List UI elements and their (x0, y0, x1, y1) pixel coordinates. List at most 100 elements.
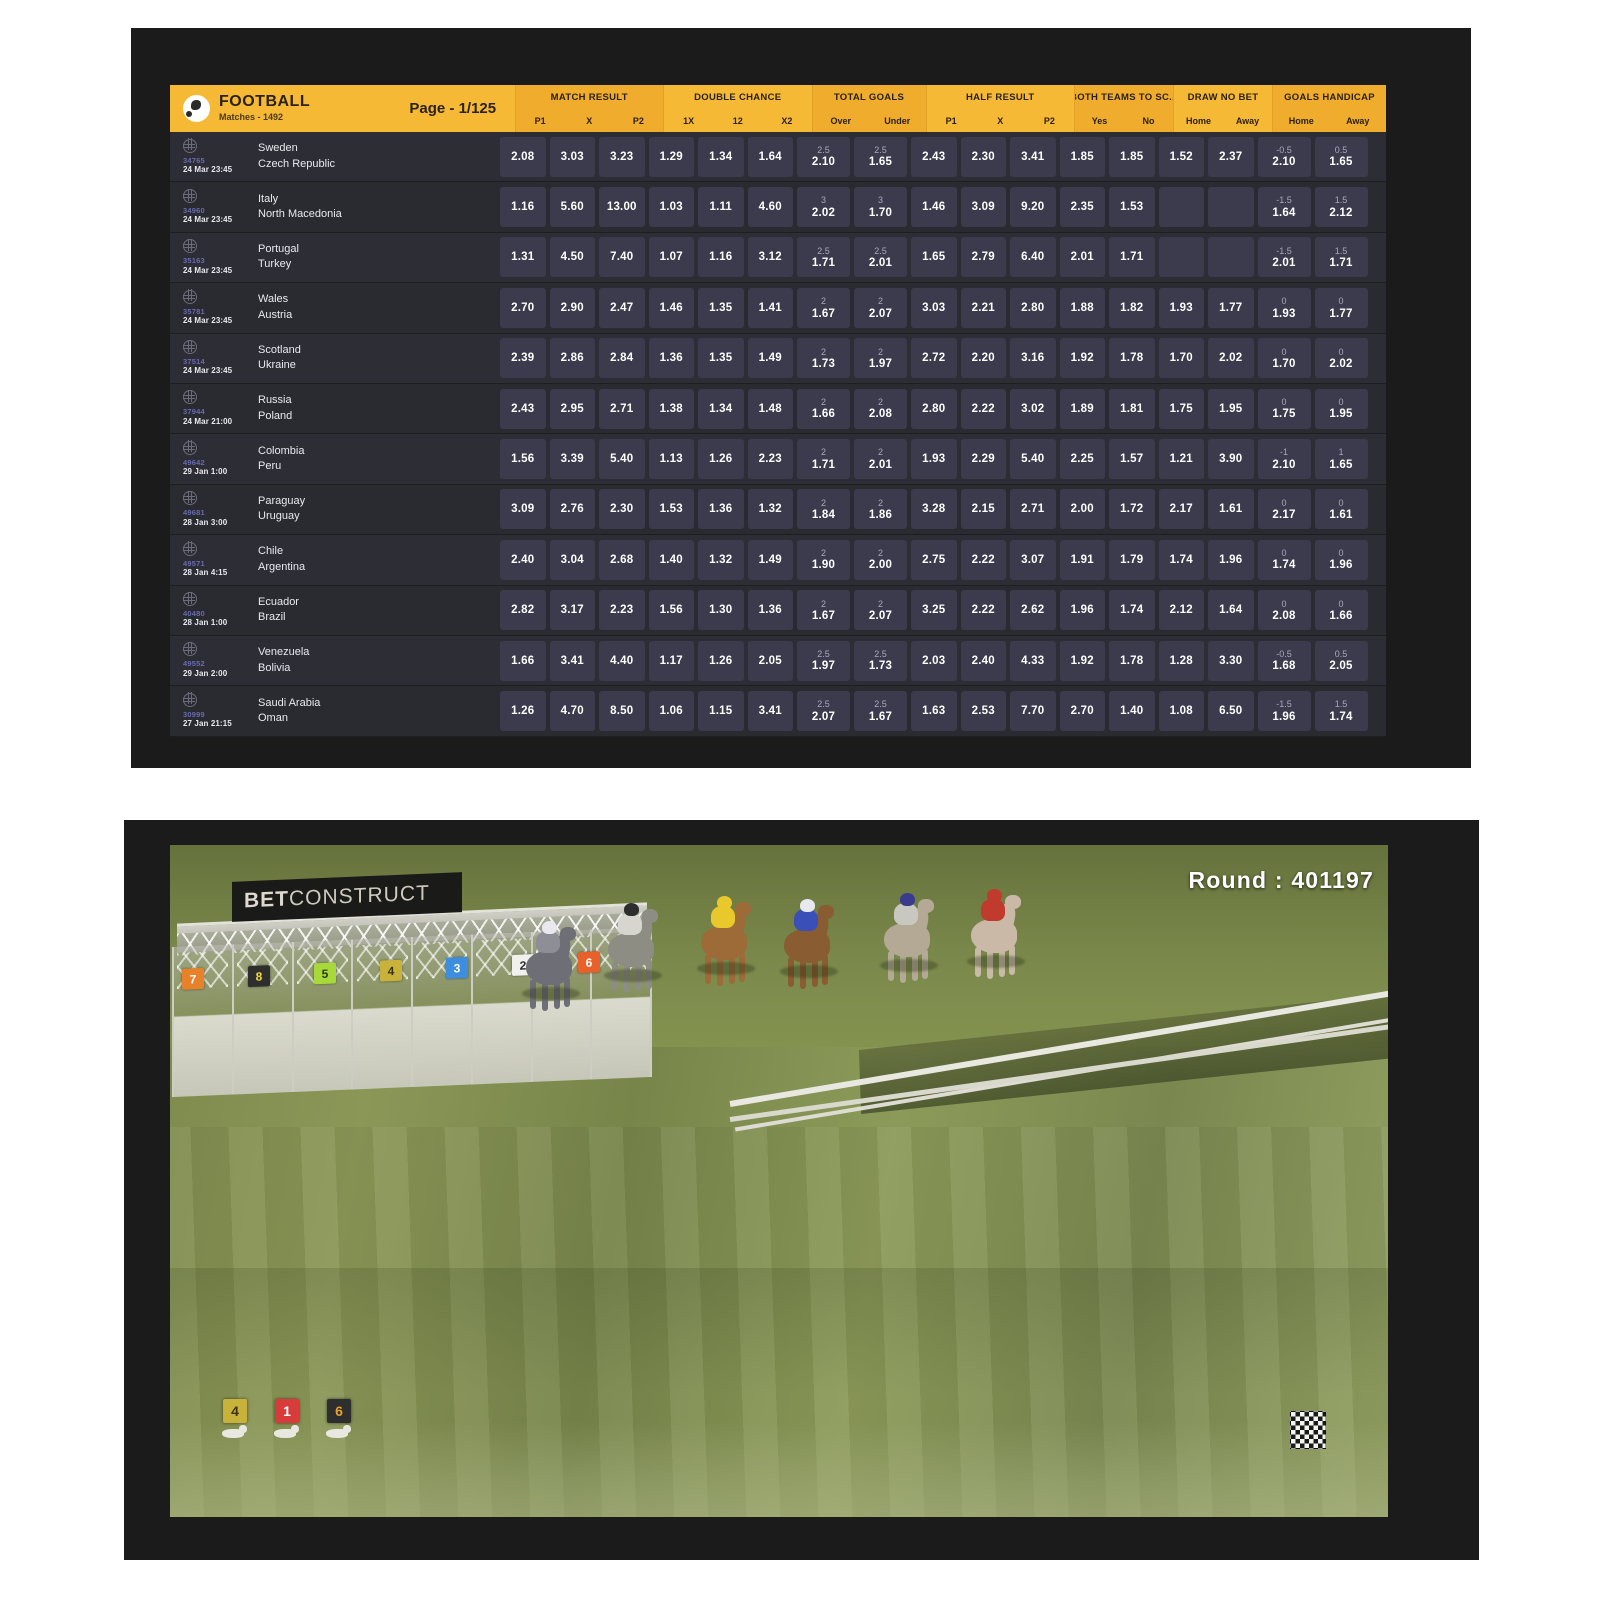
odd-cell[interactable]: 3.04 (549, 539, 595, 580)
odd-cell[interactable]: 2.22 (960, 590, 1006, 631)
odd-cell[interactable]: 2.79 (960, 237, 1006, 278)
odd-cell[interactable]: 3.25 (911, 590, 957, 631)
odd-cell[interactable]: 1.64 (1208, 590, 1254, 631)
odd-cell[interactable]: 5.60 (549, 187, 595, 228)
market-column-no[interactable]: No (1124, 109, 1173, 132)
teams-cell[interactable]: Paraguay Uruguay (258, 485, 498, 534)
odd-cell[interactable]: 1.26 (500, 690, 546, 731)
odd-cell[interactable]: 2 1.71 (797, 439, 850, 480)
odd-cell[interactable]: 1.35 (698, 287, 744, 328)
teams-cell[interactable]: Russia Poland (258, 384, 498, 433)
odd-cell[interactable]: 6.40 (1010, 237, 1056, 278)
table-row[interactable]: 49681 28 Jan 3:00 Paraguay Uruguay 3.09 2.76 2… (170, 484, 1386, 536)
odd-cell[interactable]: 1.77 (1208, 287, 1254, 328)
odd-cell[interactable]: 1.53 (1109, 187, 1155, 228)
odd-cell[interactable]: 4.33 (1010, 640, 1056, 681)
odd-cell[interactable]: 4.50 (549, 237, 595, 278)
odd-cell[interactable]: 1.07 (648, 237, 694, 278)
odd-cell[interactable]: 13.00 (599, 187, 645, 228)
odd-cell[interactable]: 1.82 (1109, 287, 1155, 328)
odd-cell[interactable]: 2.5 2.01 (854, 237, 907, 278)
odd-cell[interactable]: 1.29 (648, 136, 694, 177)
odd-cell[interactable]: 1.13 (648, 439, 694, 480)
odd-cell[interactable]: 6.50 (1208, 690, 1254, 731)
odd-cell[interactable]: 0 1.75 (1257, 388, 1311, 429)
odd-cell[interactable]: 1.41 (747, 287, 793, 328)
odd-cell[interactable]: 7.40 (599, 237, 645, 278)
odd-cell[interactable]: 0 1.95 (1314, 388, 1368, 429)
odd-cell[interactable]: 2.01 (1059, 237, 1105, 278)
odd-cell[interactable]: 0 1.61 (1314, 489, 1368, 530)
odd-cell[interactable]: 3.23 (599, 136, 645, 177)
teams-cell[interactable]: Wales Austria (258, 283, 498, 332)
odd-cell[interactable]: -0.5 1.68 (1257, 640, 1311, 681)
odd-cell[interactable]: 3.41 (747, 690, 793, 731)
odd-cell[interactable]: 2.17 (1158, 489, 1204, 530)
odd-cell[interactable]: 2.21 (960, 287, 1006, 328)
odd-cell[interactable]: 1.34 (698, 388, 744, 429)
odd-cell[interactable]: 2.40 (960, 640, 1006, 681)
odd-cell[interactable]: 2.00 (1059, 489, 1105, 530)
odd-cell[interactable]: 1.78 (1109, 338, 1155, 379)
table-row[interactable]: 30999 27 Jan 21:15 Saudi Arabia Oman 1.26 4.7… (170, 686, 1386, 737)
teams-cell[interactable]: Saudi Arabia Oman (258, 686, 498, 735)
table-row[interactable]: 49552 29 Jan 2:00 Venezuela Bolivia 1.66 3.41… (170, 635, 1386, 687)
odd-cell[interactable]: 1.78 (1109, 640, 1155, 681)
odd-cell[interactable]: 2 1.84 (797, 489, 850, 530)
odd-cell[interactable]: 3.09 (500, 489, 546, 530)
odd-cell[interactable]: -1.5 1.64 (1257, 187, 1311, 228)
odd-cell[interactable]: 0 1.74 (1257, 539, 1311, 580)
table-row[interactable]: 37514 24 Mar 23:45 Scotland Ukraine 2.39 2.86… (170, 333, 1386, 384)
odd-cell[interactable]: 4.40 (599, 640, 645, 681)
odd-cell[interactable]: 0 1.66 (1314, 590, 1368, 631)
odd-cell[interactable]: 2.05 (747, 640, 793, 681)
odd-cell[interactable]: 2.15 (960, 489, 1006, 530)
odd-cell[interactable]: 2 1.86 (854, 489, 907, 530)
odd-cell[interactable]: 1.28 (1158, 640, 1204, 681)
teams-cell[interactable]: Venezuela Bolivia (258, 636, 498, 685)
table-row[interactable]: 34765 24 Mar 23:45 Sweden Czech Republic 2.0… (170, 132, 1386, 183)
odd-cell[interactable]: 7.70 (1010, 690, 1056, 731)
odd-cell[interactable]: 3.02 (1010, 388, 1056, 429)
odd-cell[interactable]: 1.5 1.71 (1314, 237, 1368, 278)
odd-cell[interactable]: 3.39 (549, 439, 595, 480)
odd-cell[interactable]: 3.41 (549, 640, 595, 681)
odd-cell[interactable]: 1.11 (698, 187, 744, 228)
odd-cell[interactable]: 2.68 (599, 539, 645, 580)
market-column-yes[interactable]: Yes (1075, 109, 1124, 132)
odd-cell[interactable]: 1.74 (1109, 590, 1155, 631)
odd-cell[interactable]: 1.32 (747, 489, 793, 530)
odd-cell[interactable]: 1.95 (1208, 388, 1254, 429)
odd-cell[interactable]: 1.53 (648, 489, 694, 530)
odd-cell[interactable]: 1.93 (911, 439, 957, 480)
table-row[interactable]: 49642 29 Jan 1:00 Colombia Peru 1.56 3.39 5.40… (170, 434, 1386, 485)
odd-cell[interactable]: 2.53 (960, 690, 1006, 731)
odd-cell[interactable]: 2.40 (500, 539, 546, 580)
odd-cell[interactable]: 3.30 (1208, 640, 1254, 681)
odd-cell[interactable]: 2.82 (500, 590, 546, 631)
odd-cell[interactable]: 1.85 (1109, 136, 1155, 177)
odd-cell[interactable]: 1.35 (698, 338, 744, 379)
table-row[interactable]: 34960 24 Mar 23:45 Italy North Macedonia 1.1… (170, 182, 1386, 233)
market-column-1x[interactable]: 1X (664, 109, 713, 132)
odd-cell[interactable]: 3.90 (1208, 439, 1254, 480)
odd-cell[interactable]: 1.36 (747, 590, 793, 631)
odd-cell[interactable]: 2.5 1.67 (854, 690, 907, 731)
odd-cell[interactable]: 1.26 (698, 439, 744, 480)
odd-cell[interactable]: 9.20 (1010, 187, 1056, 228)
odd-cell[interactable]: 1.5 2.12 (1314, 187, 1368, 228)
odd-cell[interactable]: 1.70 (1158, 338, 1204, 379)
odd-cell[interactable]: 2.86 (549, 338, 595, 379)
odd-cell[interactable]: 1.36 (698, 489, 744, 530)
odd-cell[interactable]: 1.65 (911, 237, 957, 278)
odd-cell[interactable]: 1.16 (698, 237, 744, 278)
odd-cell[interactable]: 1.34 (698, 136, 744, 177)
odd-cell[interactable]: 3.09 (960, 187, 1006, 228)
odd-cell[interactable]: 2.29 (960, 439, 1006, 480)
odd-cell[interactable]: -1.5 1.96 (1257, 690, 1311, 731)
odd-cell[interactable]: 2 1.66 (797, 388, 850, 429)
odd-cell[interactable]: 1.46 (911, 187, 957, 228)
odd-cell[interactable]: 2.95 (549, 388, 595, 429)
odd-cell[interactable]: 1.88 (1059, 287, 1105, 328)
odd-cell[interactable]: 1.36 (648, 338, 694, 379)
